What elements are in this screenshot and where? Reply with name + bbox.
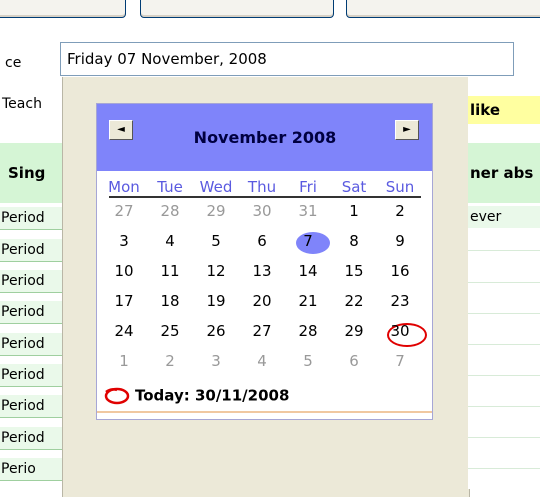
today-button[interactable]: Today: 30/11/2008	[103, 386, 289, 406]
prev-month-button[interactable]: ◄	[109, 120, 133, 140]
calendar-day[interactable]: 5	[288, 352, 328, 370]
calendar-popup: ◄ November 2008 ► Mon Tue Wed Thu Fri Sat Sun …	[96, 103, 433, 420]
calendar-day[interactable]: 24	[104, 322, 144, 340]
calendar-day[interactable]: 26	[196, 322, 236, 340]
calendar-day[interactable]: 12	[196, 262, 236, 280]
calendar-day[interactable]: 14	[288, 262, 328, 280]
calendar-day[interactable]: 28	[288, 322, 328, 340]
calendar-day[interactable]: 6	[242, 232, 282, 250]
today-marker-icon	[104, 387, 130, 405]
calendar-day[interactable]: 22	[334, 292, 374, 310]
calendar-day[interactable]: 29	[196, 202, 236, 220]
calendar-day[interactable]: 9	[380, 232, 420, 250]
calendar-day[interactable]: 25	[150, 322, 190, 340]
calendar-day[interactable]: 18	[150, 292, 190, 310]
right-column: like ner abs ever	[468, 77, 540, 489]
calendar-day[interactable]: 30	[242, 202, 282, 220]
calendar-day[interactable]: 4	[242, 352, 282, 370]
calendar-day[interactable]: 7	[380, 352, 420, 370]
weekday-header: Sat	[341, 178, 367, 196]
calendar-day[interactable]: 5	[196, 232, 236, 250]
weekday-header: Thu	[247, 178, 277, 196]
calendar-day[interactable]: 1	[334, 202, 374, 220]
calendar-day[interactable]: 27	[242, 322, 282, 340]
grid-row-label: Perio	[0, 458, 63, 481]
grid-row-label: Period	[0, 364, 63, 387]
today-text: Today: 30/11/2008	[135, 386, 290, 405]
calendar-day[interactable]: 28	[150, 202, 190, 220]
weekday-header: Tue	[157, 178, 183, 196]
grid-row-label: Period	[0, 427, 63, 450]
top-button-2[interactable]	[140, 0, 334, 18]
calendar-day[interactable]: 29	[334, 322, 374, 340]
right-cell: ever	[468, 206, 540, 228]
weekday-header: Sun	[385, 178, 415, 196]
calendar-day[interactable]: 7	[288, 232, 328, 250]
calendar-day[interactable]: 16	[380, 262, 420, 280]
calendar-day[interactable]: 8	[334, 232, 374, 250]
grid-row-label: Period	[0, 395, 63, 418]
calendar-day[interactable]: 31	[288, 202, 328, 220]
calendar-day[interactable]: 15	[334, 262, 374, 280]
grid-row-label: Period	[0, 207, 63, 230]
calendar-day[interactable]: 3	[196, 352, 236, 370]
grid-row-label: Period	[0, 239, 63, 262]
calendar-day[interactable]: 6	[334, 352, 374, 370]
calendar-day[interactable]: 19	[196, 292, 236, 310]
calendar-day[interactable]: 2	[380, 202, 420, 220]
calendar-day[interactable]: 21	[288, 292, 328, 310]
grid-row-label: Period	[0, 301, 63, 324]
date-label: ce	[5, 55, 22, 71]
weekday-header: Fri	[299, 178, 317, 196]
teacher-label: Teach	[2, 96, 42, 112]
weekday-header: Wed	[199, 178, 233, 196]
grid-row-label: Period	[0, 333, 63, 356]
next-month-button[interactable]: ►	[395, 120, 419, 140]
calendar-day[interactable]: 20	[242, 292, 282, 310]
calendar-day[interactable]: 30	[380, 322, 420, 340]
calendar-day[interactable]: 13	[242, 262, 282, 280]
right-header-like: like	[468, 96, 540, 124]
top-button-3[interactable]	[346, 0, 540, 18]
month-title: November 2008	[193, 128, 337, 147]
calendar-day[interactable]: 11	[150, 262, 190, 280]
calendar-day[interactable]: 17	[104, 292, 144, 310]
weekday-divider	[109, 196, 421, 198]
calendar-day[interactable]: 1	[104, 352, 144, 370]
calendar-day[interactable]: 2	[150, 352, 190, 370]
date-input[interactable]: Friday 07 November, 2008	[60, 42, 514, 76]
single-header: Sing	[0, 143, 62, 203]
calendar-day[interactable]: 3	[104, 232, 144, 250]
calendar-day[interactable]: 10	[104, 262, 144, 280]
calendar-day[interactable]: 4	[150, 232, 190, 250]
top-button-1[interactable]	[0, 0, 126, 18]
weekday-header: Mon	[108, 178, 140, 196]
calendar-day[interactable]: 23	[380, 292, 420, 310]
grid-row-label: Period	[0, 270, 63, 293]
calendar-day[interactable]: 27	[104, 202, 144, 220]
calendar-footer-line	[97, 411, 432, 413]
right-header-absence: ner abs	[468, 143, 540, 203]
